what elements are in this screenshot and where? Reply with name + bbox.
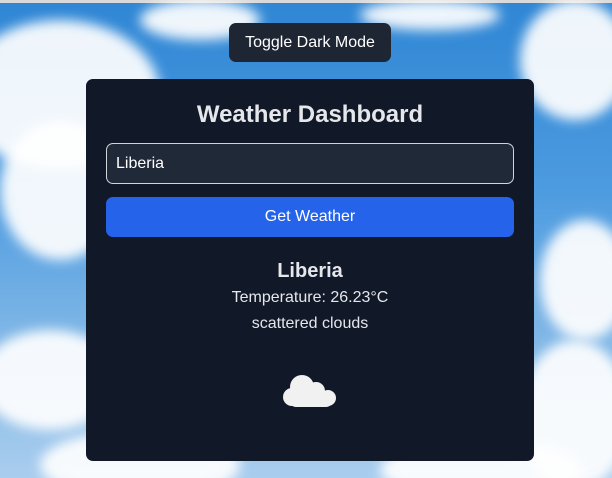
- result-temperature: Temperature: 26.23°C: [231, 289, 389, 306]
- weather-result: Liberia Temperature: 26.23°C scattered c…: [86, 259, 534, 336]
- toggle-dark-mode-button[interactable]: Toggle Dark Mode: [229, 23, 391, 62]
- city-search-input[interactable]: [106, 143, 514, 184]
- cloud-icon: [283, 375, 336, 407]
- page-title: Weather Dashboard: [196, 101, 424, 128]
- result-description: scattered clouds: [251, 315, 369, 332]
- get-weather-button[interactable]: Get Weather: [106, 197, 514, 237]
- result-city-name: Liberia: [277, 260, 343, 282]
- cloud-shape: [540, 220, 612, 340]
- top-edge: [0, 0, 612, 3]
- weather-card: Weather Dashboard Get Weather Liberia Te…: [86, 79, 534, 461]
